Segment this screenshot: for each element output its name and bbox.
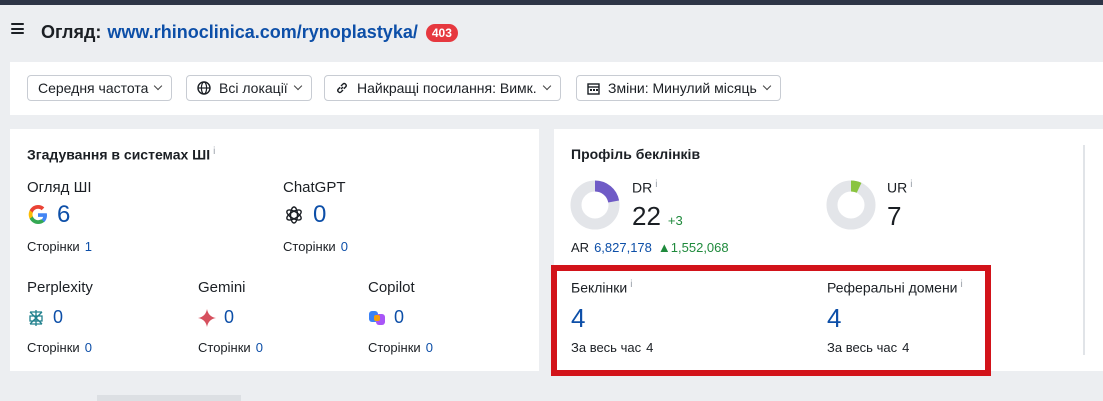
column-divider (1083, 145, 1085, 355)
ar-value: 6,827,178 (594, 240, 652, 255)
ar-change: ▲1,552,068 (658, 240, 729, 255)
chevron-down-icon (154, 81, 163, 91)
ur-value: 7 (887, 201, 902, 231)
ai-overview-value[interactable]: 6 (27, 201, 70, 229)
gemini-value[interactable]: 0 (198, 307, 234, 328)
chevron-down-icon (293, 81, 302, 91)
pages-count[interactable]: 0 (426, 340, 433, 355)
bottom-tab[interactable] (97, 395, 241, 401)
triangle-up-icon: ▲ (657, 240, 671, 255)
pages-count[interactable]: 0 (341, 239, 348, 254)
best-links-filter-label: Найкращі посилання: Вимк. (357, 80, 537, 96)
pages-label: Сторінки (27, 340, 80, 355)
changes-filter-dropdown[interactable]: Зміни: Минулий місяць (576, 75, 781, 101)
hamburger-menu-icon[interactable] (11, 23, 24, 34)
pages-label: Сторінки (283, 239, 336, 254)
dr-delta: +3 (667, 213, 683, 228)
ur-donut-chart (826, 180, 876, 230)
chatgpt-pages: Сторінки 0 (283, 239, 348, 254)
best-links-filter-dropdown[interactable]: Найкращі посилання: Вимк. (324, 75, 561, 101)
page-title-label: Огляд: (41, 22, 102, 42)
pages-label: Сторінки (198, 340, 251, 355)
perplexity-icon (27, 309, 45, 327)
ar-row: AR 6,827,178 ▲1,552,068 (571, 240, 729, 255)
dr-donut-chart (570, 180, 620, 230)
link-icon (335, 81, 349, 95)
info-icon[interactable]: i (910, 179, 912, 190)
page-url-link[interactable]: www.rhinoclinica.com/rynoplastyka/ (107, 22, 417, 43)
copilot-label: Copilot (368, 279, 415, 296)
pages-count[interactable]: 1 (85, 239, 92, 254)
pages-count[interactable]: 0 (256, 340, 263, 355)
globe-icon (197, 81, 211, 95)
chevron-down-icon (762, 81, 772, 91)
ai-overview-count: 6 (57, 201, 71, 228)
dr-number: 22 (632, 201, 661, 231)
perplexity-count: 0 (53, 307, 64, 327)
status-badge: 403 (425, 23, 458, 42)
frequency-filter-label: Середня частота (38, 80, 149, 96)
ar-change-value: 1,552,068 (670, 240, 729, 255)
ar-label: AR (571, 240, 590, 255)
calendar-icon (587, 82, 600, 95)
gemini-icon (198, 308, 216, 327)
chevron-down-icon (542, 81, 551, 91)
ai-overview-pages: Сторінки 1 (27, 239, 92, 254)
google-icon (27, 204, 49, 226)
ur-label-text: UR (887, 179, 908, 196)
chatgpt-value[interactable]: 0 (283, 201, 326, 229)
dr-value: 22 +3 (632, 201, 683, 232)
copilot-value[interactable]: 0 (368, 307, 404, 328)
location-filter-label: Всі локації (219, 80, 288, 96)
pages-label: Сторінки (368, 340, 421, 355)
ai-mentions-card: Згадування в системах ШІ i Огляд ШІ 6 Сто… (10, 129, 539, 371)
pages-count[interactable]: 0 (85, 340, 92, 355)
copilot-count: 0 (394, 307, 405, 327)
ai-mentions-title-text: Згадування в системах ШІ (27, 146, 211, 163)
changes-filter-label: Зміни: Минулий місяць (608, 80, 757, 96)
perplexity-pages: Сторінки 0 (27, 340, 92, 355)
gemini-count: 0 (224, 307, 235, 327)
chatgpt-label: ChatGPT (283, 179, 346, 196)
perplexity-value[interactable]: 0 (27, 307, 63, 328)
info-icon[interactable]: i (655, 179, 657, 190)
gemini-label: Gemini (198, 279, 246, 296)
dr-label-text: DR (632, 179, 653, 196)
info-icon[interactable]: i (213, 146, 215, 157)
highlight-box (551, 265, 991, 376)
filter-bar: Середня частота Всі локації Найкращі пос… (10, 62, 1103, 115)
ai-overview-label: Огляд ШІ (27, 179, 92, 196)
gemini-pages: Сторінки 0 (198, 340, 263, 355)
page-title: Огляд: www.rhinoclinica.com/rynoplastyka… (41, 22, 458, 43)
copilot-icon (368, 309, 386, 327)
perplexity-label: Perplexity (27, 279, 93, 296)
top-bar (0, 0, 1103, 5)
ur-label: UR i (887, 179, 912, 196)
backlink-profile-title: Профіль беклінків (571, 146, 701, 162)
dr-label: DR i (632, 179, 657, 196)
chatgpt-count: 0 (313, 201, 327, 228)
copilot-pages: Сторінки 0 (368, 340, 433, 355)
frequency-filter-dropdown[interactable]: Середня частота (27, 75, 173, 101)
location-filter-dropdown[interactable]: Всі локації (186, 75, 312, 101)
pages-label: Сторінки (27, 239, 80, 254)
chatgpt-icon (283, 204, 305, 226)
ai-mentions-title: Згадування в системах ШІ i (27, 146, 215, 163)
